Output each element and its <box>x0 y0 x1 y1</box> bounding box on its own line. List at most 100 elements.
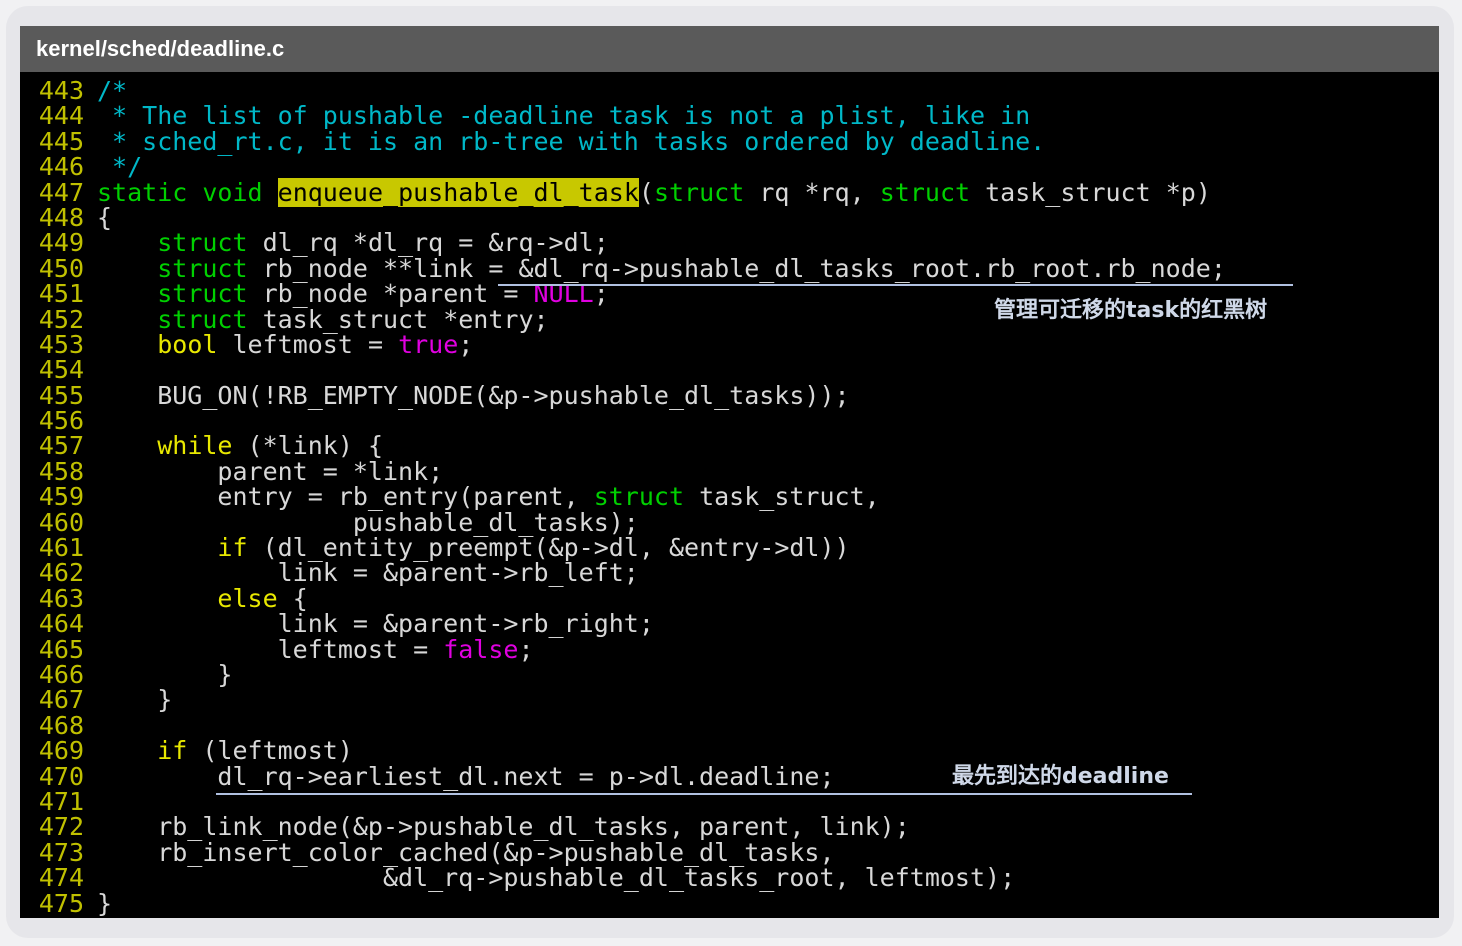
line-number: 446 <box>38 152 84 182</box>
code-line: 450 struct rb_node **link = &dl_rq->push… <box>20 255 1439 281</box>
line-text: bool leftmost = true; <box>97 332 473 357</box>
line-text: struct dl_rq *dl_rq = &rq->dl; <box>97 230 609 255</box>
line-text: /* <box>97 78 127 103</box>
code-line: 463 else { <box>20 583 1439 613</box>
code-token: ; <box>458 329 474 359</box>
file-title: kernel/sched/deadline.c <box>20 26 1439 72</box>
code-line: 461 if (dl_entity_preempt(&p->dl, &entry… <box>20 533 1439 563</box>
line-text: leftmost = false; <box>97 634 534 664</box>
line-number: 455 <box>38 380 84 410</box>
code-token: BUG_ON(!RB_EMPTY_NODE(&p->pushable_dl_ta… <box>97 380 850 410</box>
line-number: 469 <box>38 736 84 766</box>
line-text: * sched_rt.c, it is an rb-tree with task… <box>97 129 1045 154</box>
line-number: 470 <box>38 761 84 791</box>
line-number: 471 <box>38 786 84 816</box>
line-number: 463 <box>38 583 84 613</box>
code-line: 449 struct dl_rq *dl_rq = &rq->dl; <box>20 228 1439 258</box>
code-line: 447 static void enqueue_pushable_dl_task(… <box>20 177 1439 207</box>
line-number: 458 <box>38 456 84 486</box>
line-number: 473 <box>38 837 84 867</box>
code-line: 445 * sched_rt.c, it is an rb-tree with … <box>20 126 1439 156</box>
line-text: entry = rb_entry(parent, struct task_str… <box>97 482 880 512</box>
code-token: enqueue_pushable_dl_task <box>277 177 639 207</box>
code-line: 466 } <box>20 659 1439 689</box>
code-line: 444 * The list of pushable -deadline tas… <box>20 103 1439 129</box>
code-token: &dl_rq->pushable_dl_tasks_root, leftmost… <box>97 863 1016 893</box>
line-text: static void enqueue_pushable_dl_task(str… <box>97 177 1211 207</box>
line-text: dl_rq->earliest_dl.next = p->dl.deadline… <box>97 761 835 791</box>
code-line: 473 rb_insert_color_cached(&p->pushable_… <box>20 837 1439 867</box>
line-text: } <box>97 687 172 712</box>
line-number: 460 <box>38 507 84 537</box>
code-token: ; <box>518 634 534 664</box>
code-line: 468 <box>20 712 1439 738</box>
line-number: 461 <box>38 533 84 563</box>
line-text: link = &parent->rb_right; <box>97 611 654 636</box>
code-line: 470 dl_rq->earliest_dl.next = p->dl.dead… <box>20 761 1439 791</box>
annotation-tree-note: 管理可迁移的task的红黑树 <box>994 298 1268 323</box>
code-line: 465 leftmost = false; <box>20 634 1439 664</box>
code-line: 455 BUG_ON(!RB_EMPTY_NODE(&p->pushable_d… <box>20 380 1439 410</box>
line-number: 457 <box>38 431 84 461</box>
line-number: 451 <box>38 279 84 309</box>
line-text: if (leftmost) <box>97 738 353 763</box>
line-text: pushable_dl_tasks); <box>97 509 639 535</box>
code-token: ( <box>638 177 654 207</box>
line-number: 459 <box>38 482 84 512</box>
code-token: } <box>97 685 173 715</box>
line-text: struct task_struct *entry; <box>97 306 548 332</box>
line-number: 452 <box>38 304 84 334</box>
code-line: 454 <box>20 355 1439 385</box>
line-number: 474 <box>38 863 84 893</box>
code-token: task_struct, <box>684 482 880 512</box>
code-token: struct <box>879 177 971 207</box>
code-line: 460 pushable_dl_tasks); <box>20 507 1439 537</box>
annotation-deadline-note: 最先到达的deadline <box>952 764 1169 789</box>
line-text: rb_link_node(&p->pushable_dl_tasks, pare… <box>97 814 910 839</box>
line-number: 466 <box>38 659 84 689</box>
line-number: 448 <box>38 202 84 232</box>
underline-deadline-line <box>216 793 1192 795</box>
line-number: 454 <box>38 355 84 385</box>
line-text: struct rb_node **link = &dl_rq->pushable… <box>97 256 1226 281</box>
code-line: 446 */ <box>20 152 1439 182</box>
code-line: 475} <box>20 888 1439 918</box>
line-text: } <box>97 662 232 687</box>
code-line: 443 /* <box>20 76 1439 105</box>
code-line: 467 } <box>20 687 1439 713</box>
line-text: while (*link) { <box>97 433 383 458</box>
code-token: dl_rq->earliest_dl.next = p->dl.deadline… <box>97 761 835 791</box>
line-number: 475 <box>38 888 84 918</box>
line-number: 449 <box>38 228 84 258</box>
line-number: 453 <box>38 329 84 359</box>
code-token: rq *rq, <box>744 177 880 207</box>
line-number: 456 <box>38 406 84 436</box>
line-text: BUG_ON(!RB_EMPTY_NODE(&p->pushable_dl_ta… <box>97 380 850 410</box>
line-text: * The list of pushable -deadline task is… <box>97 103 1030 128</box>
line-number: 445 <box>38 126 84 156</box>
code-line: 464 link = &parent->rb_right; <box>20 609 1439 639</box>
code-token: bool <box>157 329 218 359</box>
code-line: 462 link = &parent->rb_left; <box>20 560 1439 586</box>
code-line: 472 rb_link_node(&p->pushable_dl_tasks, … <box>20 812 1439 842</box>
code-line: 457 while (*link) { <box>20 431 1439 461</box>
line-number: 447 <box>38 177 84 207</box>
code-line: 448 { <box>20 202 1439 232</box>
editor-panel: kernel/sched/deadline.c 443 /* 444 * The l… <box>20 26 1439 918</box>
line-number: 464 <box>38 609 84 639</box>
code-line: 469 if (leftmost) <box>20 736 1439 766</box>
code-token: } <box>97 888 113 918</box>
line-text: link = &parent->rb_left; <box>97 560 639 585</box>
code-line: 453 bool leftmost = true; <box>20 329 1439 359</box>
code-view: 443 /* 444 * The list of pushable -deadlin… <box>20 78 1439 916</box>
line-number: 472 <box>38 812 84 842</box>
line-number: 443 <box>38 76 84 105</box>
code-token: * sched_rt.c, it is an rb-tree with task… <box>97 126 1046 156</box>
code-line: 458 parent = *link; <box>20 456 1439 486</box>
code-line: 459 entry = rb_entry(parent, struct task… <box>20 482 1439 512</box>
line-text: } <box>97 888 113 918</box>
code-token: false <box>443 634 519 664</box>
